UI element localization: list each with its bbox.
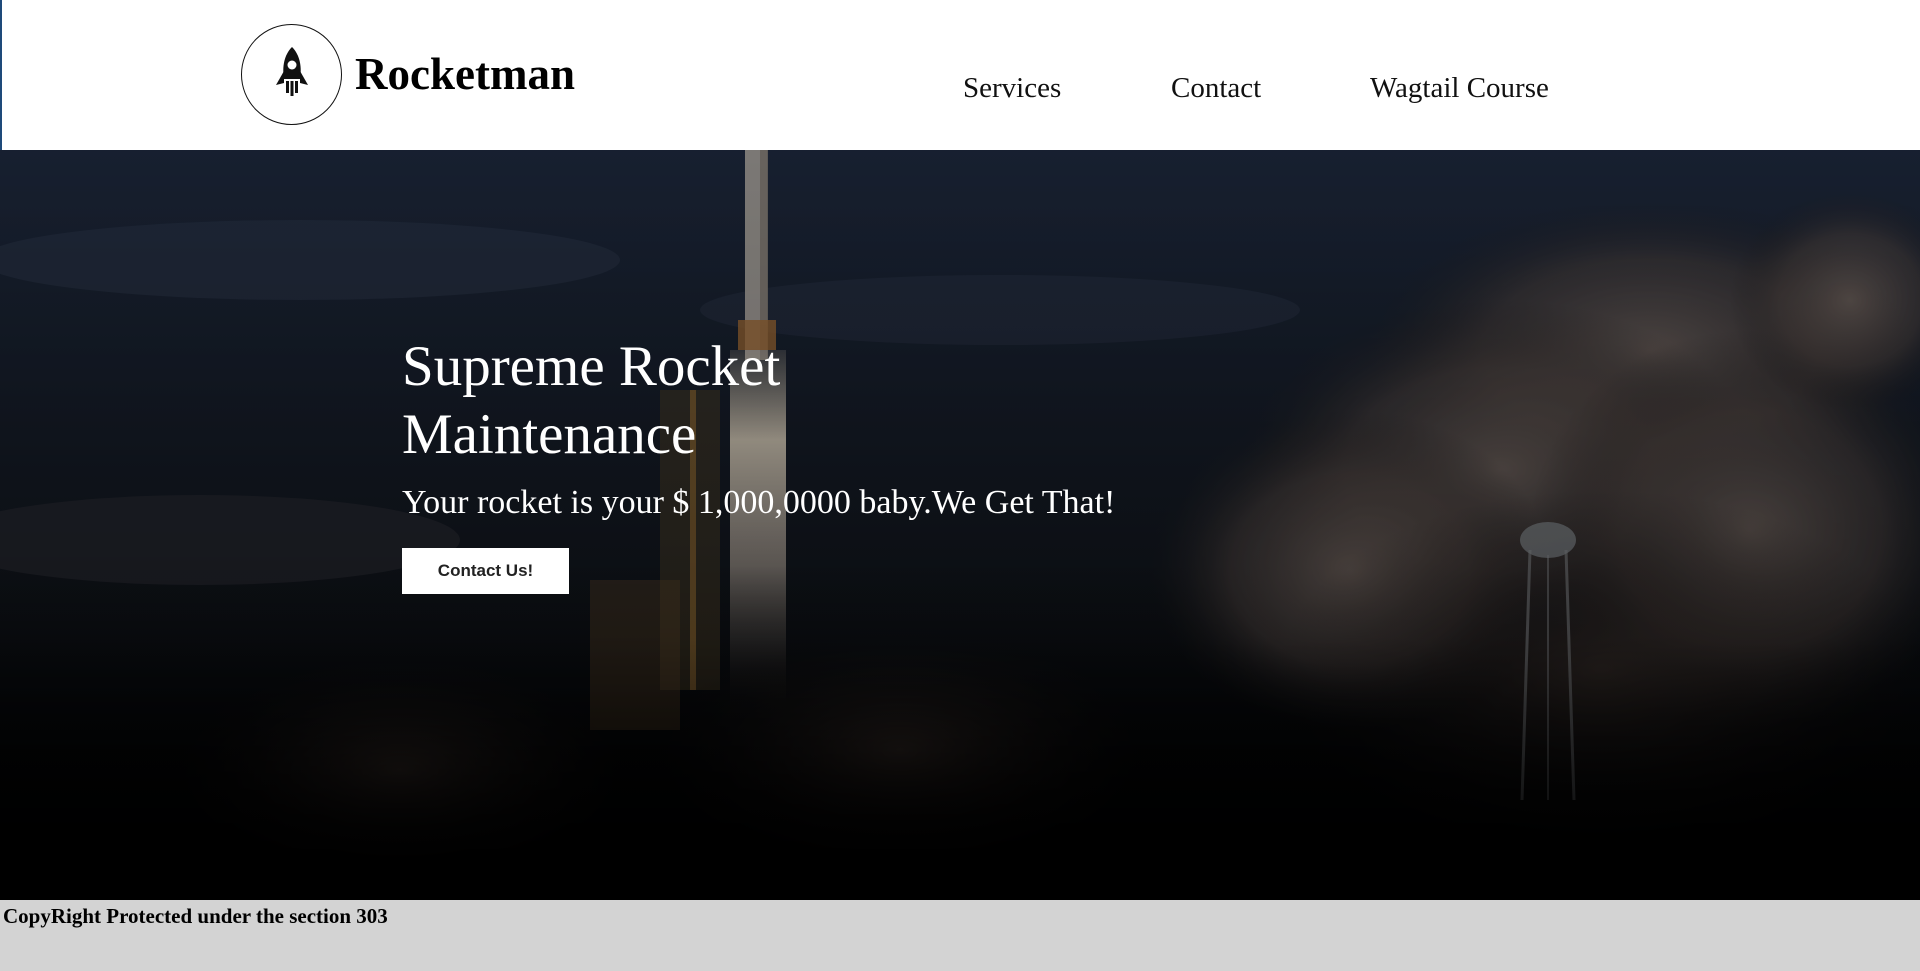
hero-section: Supreme Rocket Maintenance Your rocket i… (0, 150, 1920, 900)
rocket-launch-background-image (0, 150, 1920, 900)
nav-contact[interactable]: Contact (1171, 74, 1261, 103)
hero-title: Supreme Rocket Maintenance (402, 335, 781, 466)
nav-services[interactable]: Services (963, 74, 1061, 103)
contact-us-button[interactable]: Contact Us! (402, 548, 569, 594)
copyright-text: CopyRight Protected under the section 30… (3, 904, 388, 928)
rocket-icon (275, 46, 308, 96)
site-header: Rocketman Services Contact Wagtail Cours… (0, 0, 1920, 150)
site-footer: CopyRight Protected under the section 30… (0, 900, 1920, 971)
nav-wagtail-course[interactable]: Wagtail Course (1370, 74, 1549, 103)
brand-name[interactable]: Rocketman (355, 52, 575, 97)
page: Rocketman Services Contact Wagtail Cours… (0, 0, 1920, 971)
hero-subtitle: Your rocket is your $ 1,000,0000 baby.We… (402, 484, 1116, 521)
logo[interactable] (241, 24, 342, 125)
